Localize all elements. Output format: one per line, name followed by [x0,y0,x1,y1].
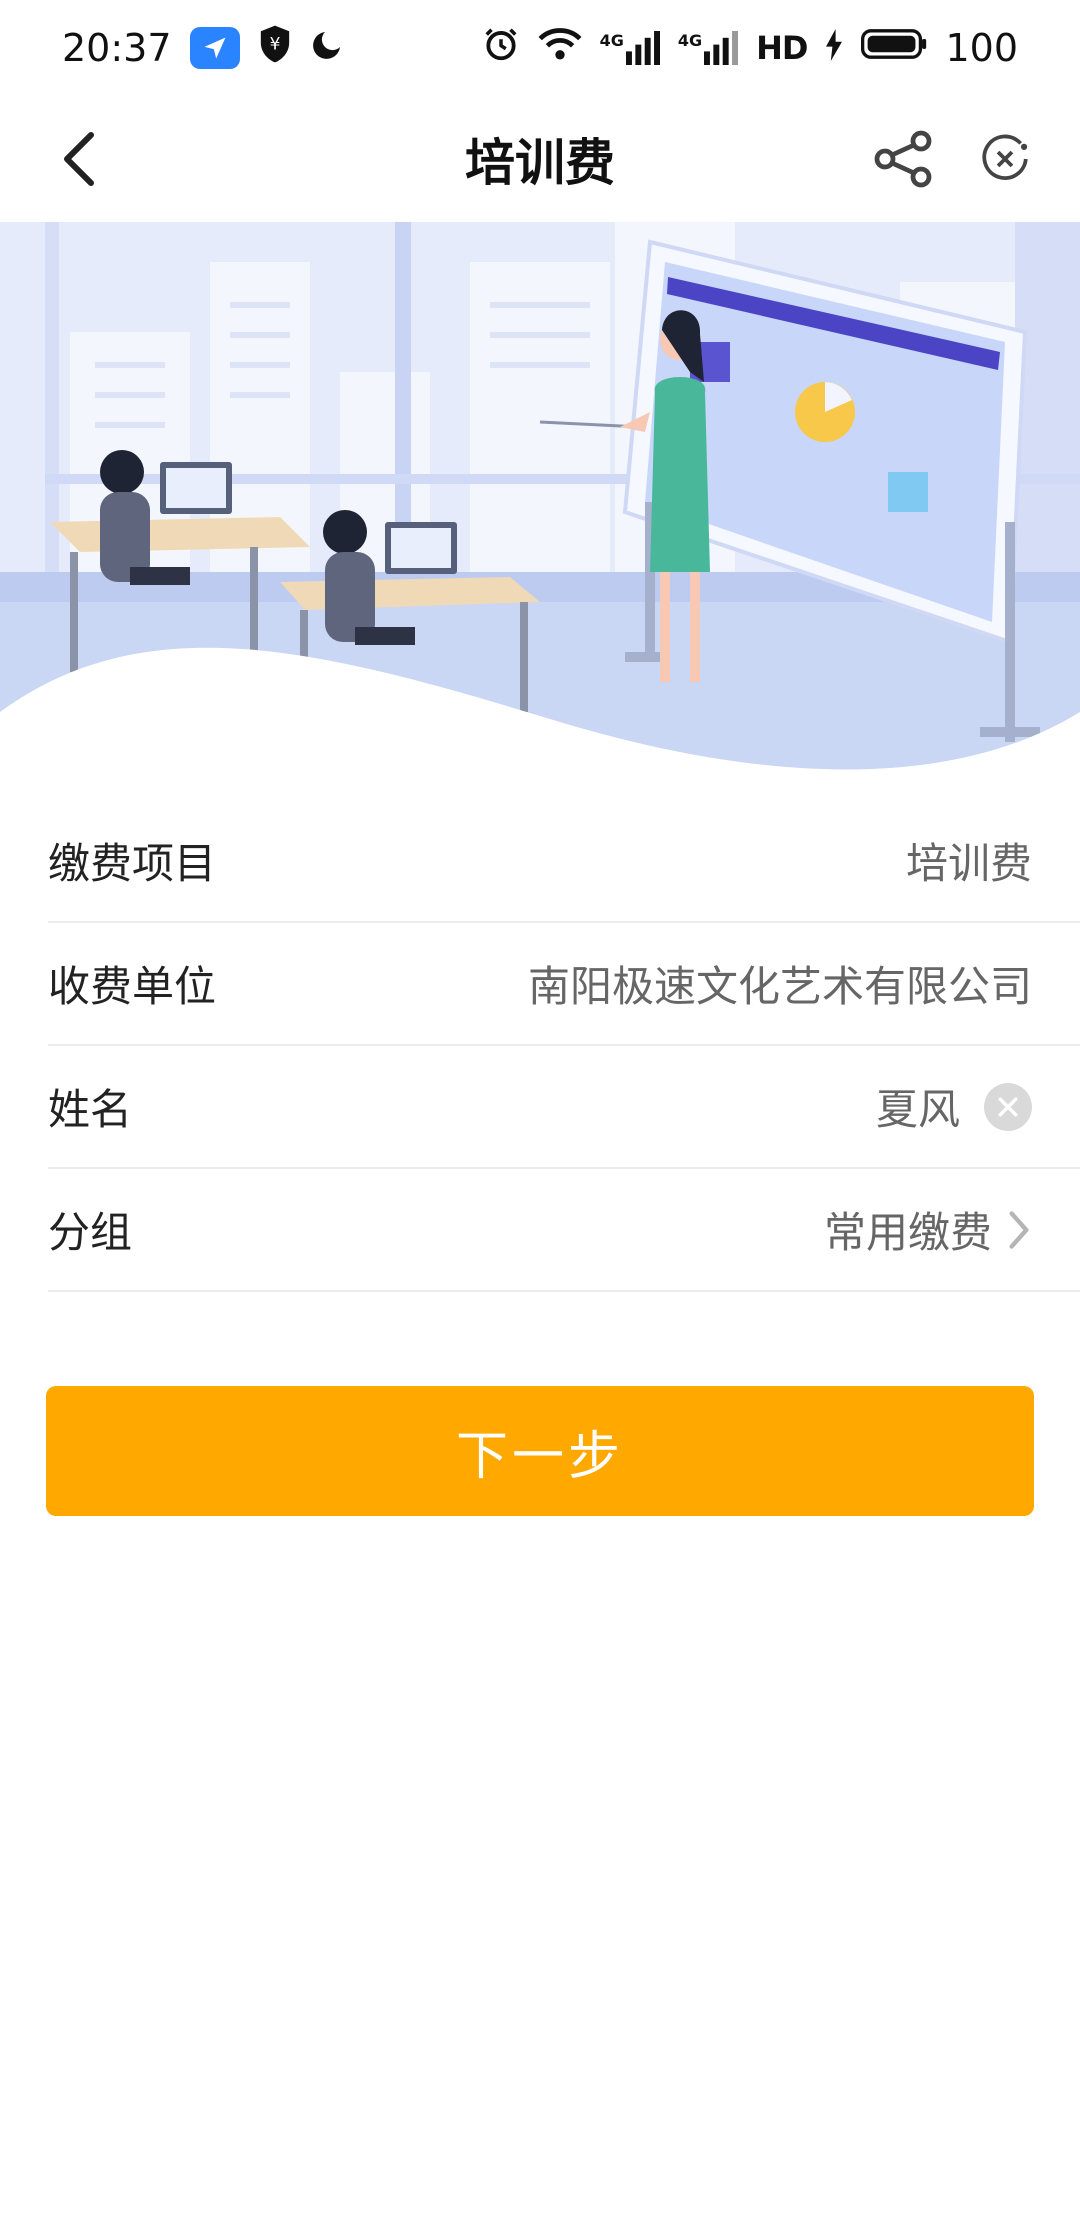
alarm-icon [482,25,520,72]
training-illustration [0,222,1080,782]
clear-icon [998,1097,1018,1116]
nav-bar: 培训费 [0,96,1080,222]
name-field-wrap: 夏风 [876,1076,1032,1137]
charging-icon [825,26,843,70]
moon-icon [310,26,346,71]
battery-icon [861,26,927,70]
status-bar: 20:37 ¥ 4G 4G HD 100 [0,0,1080,96]
hd-label: HD [756,29,808,67]
status-time: 20:37 [62,26,172,70]
close-button[interactable] [970,124,1040,194]
row-payment-item: 缴费项目 培训费 [48,800,1080,923]
wifi-icon [538,26,582,71]
page-title: 培训费 [465,134,615,192]
name-label: 姓名 [48,1085,133,1134]
payee-label: 收费单位 [48,962,217,1011]
signal-icon-1: 4G [600,31,660,65]
group-label: 分组 [48,1208,133,1257]
signal-icon-2: 4G [678,31,739,65]
payment-form: 缴费项目 培训费 收费单位 南阳极速文化艺术有限公司 姓名 夏风 分组 常用缴费 [0,800,1080,1292]
status-left: 20:37 ¥ [62,24,346,73]
share-button[interactable] [868,124,938,194]
group-value-wrap: 常用缴费 [824,1199,1032,1260]
location-app-icon [189,27,240,69]
banner-illustration [0,222,1080,782]
battery-level: 100 [945,26,1018,70]
row-name: 姓名 夏风 [48,1046,1080,1169]
payment-item-label: 缴费项目 [48,839,217,888]
svg-text:¥: ¥ [269,34,280,54]
status-right: 4G 4G HD 100 [482,25,1018,72]
close-circle-icon [982,134,1028,180]
payment-item-value: 培训费 [905,839,1032,888]
payee-value: 南阳极速文化艺术有限公司 [527,962,1032,1011]
shield-yuan-icon: ¥ [258,24,292,73]
name-input[interactable]: 夏风 [876,1076,960,1137]
share-icon [874,130,932,188]
row-group[interactable]: 分组 常用缴费 [48,1169,1080,1292]
row-payee: 收费单位 南阳极速文化艺术有限公司 [48,923,1080,1046]
chevron-right-icon [1009,1210,1029,1249]
back-arrow-icon [64,132,94,186]
next-step-button[interactable]: 下一步 [46,1386,1034,1516]
group-value: 常用缴费 [823,1208,992,1257]
clear-name-button[interactable] [984,1082,1032,1131]
back-button[interactable] [44,124,114,194]
